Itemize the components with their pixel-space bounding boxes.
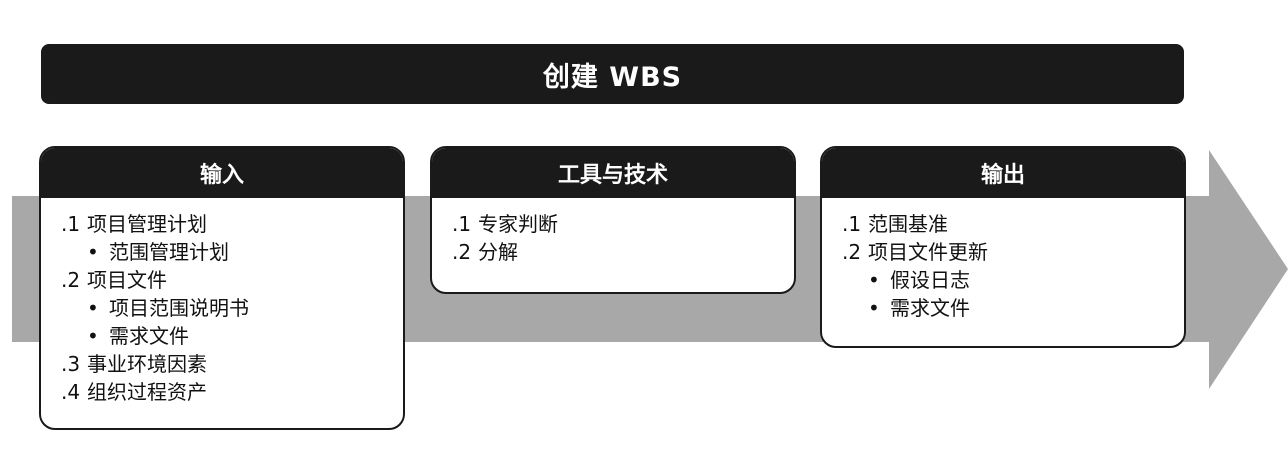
outputs-header-label: 输出 — [980, 163, 1025, 188]
item-label: 组织过程资产 — [87, 380, 207, 404]
bullet-icon: • — [87, 240, 99, 264]
subitem-label: 需求文件 — [109, 324, 189, 348]
item-number: .2 — [452, 240, 472, 264]
inputs-header: 输入 — [41, 148, 403, 198]
item-label: 项目管理计划 — [87, 212, 207, 236]
bullet-icon: • — [87, 296, 99, 320]
item-number: .2 — [842, 240, 862, 264]
bullet-icon: • — [87, 324, 99, 348]
list-item: .2 项目文件更新 — [842, 238, 1184, 266]
list-subitem: • 假设日志 — [842, 266, 1184, 294]
subitem-label: 范围管理计划 — [109, 240, 229, 264]
outputs-box: 输出 .1 范围基准 .2 项目文件更新 • 假设日志 • 需求文件 — [820, 146, 1186, 348]
list-item: .4 组织过程资产 — [61, 378, 403, 406]
inputs-list: .1 项目管理计划 • 范围管理计划 .2 项目文件 • 项目范围说明书 • 需… — [41, 198, 403, 406]
item-label: 项目文件更新 — [868, 240, 988, 264]
item-number: .2 — [61, 268, 81, 292]
list-item: .2 分解 — [452, 238, 794, 266]
list-subitem: • 范围管理计划 — [61, 238, 403, 266]
tools-list: .1 专家判断 .2 分解 — [432, 198, 794, 266]
list-subitem: • 项目范围说明书 — [61, 294, 403, 322]
tools-header: 工具与技术 — [432, 148, 794, 198]
list-item: .3 事业环境因素 — [61, 350, 403, 378]
outputs-list: .1 范围基准 .2 项目文件更新 • 假设日志 • 需求文件 — [822, 198, 1184, 322]
subitem-label: 假设日志 — [890, 268, 970, 292]
item-label: 范围基准 — [868, 212, 948, 236]
inputs-header-label: 输入 — [199, 163, 244, 188]
item-label: 分解 — [478, 240, 518, 264]
list-item: .1 范围基准 — [842, 210, 1184, 238]
item-number: .1 — [452, 212, 472, 236]
outputs-header: 输出 — [822, 148, 1184, 198]
item-number: .3 — [61, 352, 81, 376]
bullet-icon: • — [868, 296, 880, 320]
subitem-label: 需求文件 — [890, 296, 970, 320]
list-subitem: • 需求文件 — [61, 322, 403, 350]
item-number: .4 — [61, 380, 81, 404]
process-title-bar: 创建 WBS — [41, 44, 1184, 104]
item-label: 专家判断 — [478, 212, 558, 236]
item-label: 事业环境因素 — [87, 352, 207, 376]
tools-box: 工具与技术 .1 专家判断 .2 分解 — [430, 146, 796, 294]
list-subitem: • 需求文件 — [842, 294, 1184, 322]
process-title: 创建 WBS — [542, 61, 683, 93]
item-number: .1 — [61, 212, 81, 236]
list-item: .1 专家判断 — [452, 210, 794, 238]
tools-header-label: 工具与技术 — [557, 163, 668, 188]
list-item: .1 项目管理计划 — [61, 210, 403, 238]
bullet-icon: • — [868, 268, 880, 292]
item-label: 项目文件 — [87, 268, 167, 292]
subitem-label: 项目范围说明书 — [109, 296, 249, 320]
item-number: .1 — [842, 212, 862, 236]
list-item: .2 项目文件 — [61, 266, 403, 294]
inputs-box: 输入 .1 项目管理计划 • 范围管理计划 .2 项目文件 • 项目范围说明书 … — [39, 146, 405, 430]
